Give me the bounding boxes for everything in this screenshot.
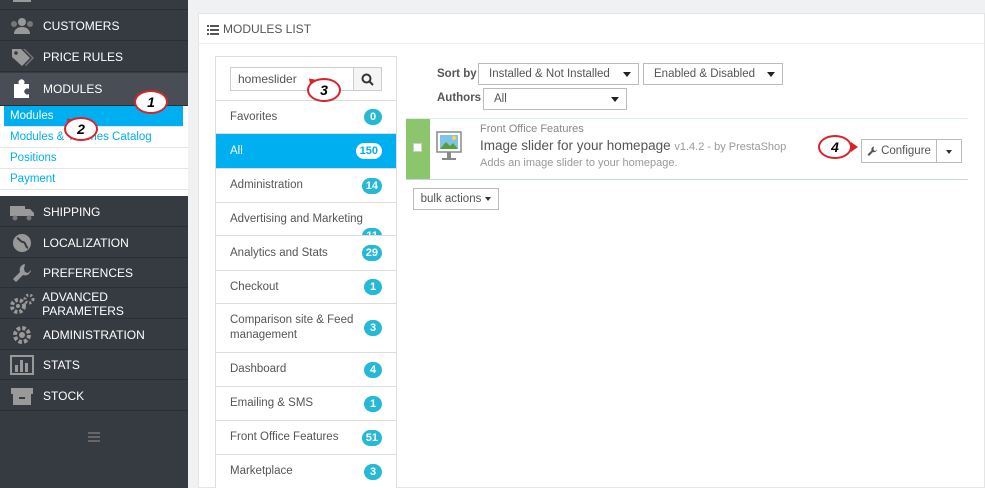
- count-badge: 3: [364, 320, 382, 336]
- sidebar-item-label: ADMINISTRATION: [43, 327, 145, 342]
- count-badge: 51: [361, 429, 382, 446]
- sidebar-item-preferences[interactable]: PREFERENCES: [0, 258, 188, 288]
- sidebar-item-administration[interactable]: ADMINISTRATION: [0, 320, 188, 350]
- count-badge: 0: [364, 109, 382, 125]
- count-badge: 150: [355, 143, 382, 159]
- callout-pointer: [851, 142, 858, 152]
- chevron-down-icon: [946, 150, 952, 154]
- module-version: v1.4.2 - by PrestaShop: [674, 141, 787, 153]
- sidebar-item-stats[interactable]: STATS: [0, 350, 188, 380]
- count-badge: 4: [364, 361, 382, 378]
- callout-3: 3: [307, 78, 341, 102]
- installed-indicator: [406, 119, 430, 179]
- callout-2: 2: [64, 117, 98, 141]
- category-item[interactable]: Marketplace 3: [216, 454, 396, 488]
- sidebar-item-label: LOCALIZATION: [43, 235, 129, 250]
- image-slider-icon: [436, 131, 462, 161]
- panel-title: MODULES LIST: [223, 21, 312, 36]
- module-row: Front Office Features Image slider for y…: [406, 118, 968, 180]
- panel-heading: MODULES LIST: [199, 14, 984, 44]
- sidebar-item-label: PREFERENCES: [43, 265, 134, 280]
- category-item[interactable]: Emailing & SMS 1: [216, 386, 396, 420]
- chevron-down-icon: [767, 72, 775, 77]
- list-icon: [207, 24, 219, 35]
- box-icon: [8, 386, 36, 406]
- sidebar-item-customers[interactable]: CUSTOMERS: [0, 11, 188, 41]
- enabled-filter-select[interactable]: Enabled & Disabled: [643, 63, 783, 85]
- callout-1: 1: [134, 90, 168, 114]
- chevron-down-icon: [623, 72, 631, 77]
- installed-filter-select[interactable]: Installed & Not Installed: [478, 63, 639, 85]
- sidebar-item-label: MODULES: [43, 82, 103, 96]
- category-item[interactable]: Favorites 0: [216, 100, 396, 133]
- module-name: Image slider for your homepage: [480, 138, 671, 153]
- wrench-icon: [867, 146, 878, 156]
- category-item[interactable]: Checkout 1: [216, 270, 396, 303]
- sidebar-item-advanced-parameters[interactable]: ADVANCED PARAMETERS: [0, 289, 188, 319]
- puzzle-icon: [8, 79, 36, 99]
- count-badge: 29: [361, 245, 382, 261]
- bulk-actions-button[interactable]: bulk actions: [413, 188, 499, 210]
- category-item[interactable]: Front Office Features 51: [216, 420, 396, 454]
- truck-icon: [8, 202, 36, 222]
- gear-icon: [8, 325, 36, 345]
- authors-label: Authors: [437, 92, 482, 104]
- category-item[interactable]: Advertising and Marketing11: [216, 202, 396, 235]
- sidebar-item-shipping[interactable]: SHIPPING: [0, 197, 188, 227]
- category-item[interactable]: All 150: [216, 133, 396, 168]
- bar-chart-icon: [8, 354, 36, 375]
- callout-4: 4: [818, 135, 852, 159]
- category-item[interactable]: Dashboard 4: [216, 352, 396, 386]
- module-category: Front Office Features: [480, 123, 584, 135]
- module-description: Adds an image slider to your homepage.: [480, 157, 678, 169]
- category-filter: Favorites0 All150 Administration14 Adver…: [215, 56, 397, 488]
- category-item[interactable]: Administration 14: [216, 168, 396, 202]
- sidebar-item-orders[interactable]: [0, 0, 188, 10]
- count-badge: 1: [364, 395, 382, 412]
- sidebar-item-label: PRICE RULES: [43, 49, 124, 64]
- search-button[interactable]: [353, 67, 382, 91]
- category-list: Favorites 0 All 150 Administration 14 Adver…: [216, 100, 396, 488]
- sidebar-item-localization[interactable]: LOCALIZATION: [0, 228, 188, 258]
- sidebar: CUSTOMERS PRICE RULES MODULES Modules Mo…: [0, 0, 188, 488]
- count-badge: 1: [364, 279, 382, 295]
- search-icon: [361, 73, 374, 86]
- category-item[interactable]: Analytics and Stats 29: [216, 235, 396, 270]
- orders-icon: [8, 0, 36, 6]
- globe-icon: [8, 233, 36, 253]
- configure-button[interactable]: Configure: [861, 139, 937, 163]
- modules-submenu: Modules Modules & Themes Catalog Positio…: [0, 106, 188, 196]
- module-search: [230, 67, 382, 91]
- sidebar-item-label: CUSTOMERS: [43, 18, 120, 33]
- sidebar-item-label: SHIPPING: [43, 204, 101, 219]
- submenu-item-payment[interactable]: Payment: [0, 169, 188, 190]
- count-badge: 14: [361, 177, 382, 194]
- customers-icon: [8, 16, 36, 36]
- wrench-icon: [8, 263, 36, 283]
- sidebar-item-price-rules[interactable]: PRICE RULES: [0, 42, 188, 72]
- price-tag-icon: [8, 47, 36, 67]
- submenu-item-positions[interactable]: Positions: [0, 148, 188, 169]
- count-badge: 3: [364, 463, 382, 480]
- category-item[interactable]: Comparison site & Feed management 3: [216, 303, 396, 352]
- count-badge: 11: [362, 228, 382, 235]
- sidebar-item-label: STATS: [43, 357, 80, 372]
- sidebar-item-label: STOCK: [43, 388, 85, 403]
- chevron-down-icon: [611, 97, 619, 102]
- module-checkbox[interactable]: [413, 143, 422, 152]
- sort-by-label: Sort by: [437, 68, 477, 80]
- configure-dropdown-button[interactable]: [936, 139, 962, 163]
- module-title: Image slider for your homepage v1.4.2 - …: [480, 138, 786, 153]
- sidebar-item-stock[interactable]: STOCK: [0, 381, 188, 411]
- menu-collapse-icon[interactable]: [88, 432, 100, 442]
- gears-icon: [8, 293, 35, 314]
- authors-select[interactable]: All: [483, 88, 627, 110]
- chevron-down-icon: [485, 197, 492, 201]
- sidebar-item-label: ADVANCED PARAMETERS: [42, 289, 124, 318]
